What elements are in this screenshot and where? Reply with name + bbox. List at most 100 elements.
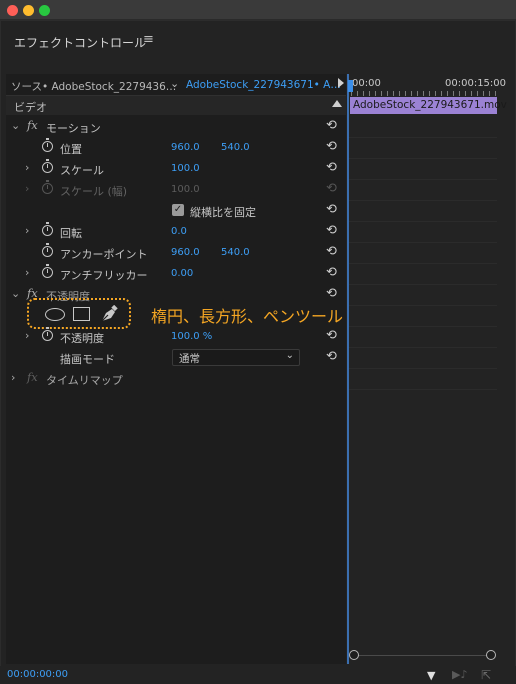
current-timecode[interactable]: 00:00:00:00 (7, 669, 68, 680)
scale-value[interactable]: 100.0 (171, 163, 200, 174)
audio-icon: ▶♪ (452, 668, 468, 681)
row-divider (349, 284, 497, 285)
effect-name-motion: モーション (46, 122, 101, 135)
position-y-value[interactable]: 540.0 (221, 142, 250, 153)
source-label[interactable]: ソース• AdobeStock_2279436… (11, 79, 176, 94)
row-divider (349, 137, 497, 138)
property-label-scale: スケール (60, 164, 104, 177)
hamburger-icon[interactable]: ≡ (143, 32, 154, 47)
stopwatch-icon[interactable] (42, 159, 53, 173)
reset-icon[interactable]: ⟲ (326, 160, 337, 175)
blend-mode-select[interactable]: 通常 ⌄ (172, 349, 300, 366)
stopwatch-icon[interactable] (42, 243, 53, 257)
property-row-scale: › スケール 100.0 ⟲ (6, 158, 346, 179)
zoom-window-button[interactable] (39, 5, 50, 16)
property-row-scale-width: › スケール (幅) 100.0 ⟲ (6, 179, 346, 200)
property-row-opacity: › 不透明度 100.0 % ⟲ (6, 326, 346, 347)
rectangle-mask-icon[interactable] (73, 307, 90, 321)
clip-selector[interactable]: AdobeStock_227943671• A… (186, 79, 341, 91)
row-divider (349, 389, 497, 390)
twirl-open-icon[interactable]: ⌄ (11, 287, 20, 300)
twirl-closed-icon[interactable]: › (11, 371, 15, 384)
play-icon[interactable] (338, 78, 344, 88)
zoom-handle-right[interactable] (486, 650, 496, 660)
effect-name-time-remap: タイムリマップ (46, 374, 123, 387)
video-section-label: ビデオ (14, 101, 47, 114)
scroll-up-icon[interactable] (332, 100, 342, 107)
row-divider (349, 263, 497, 264)
row-divider (349, 326, 497, 327)
reset-icon[interactable]: ⟲ (326, 265, 337, 280)
blend-mode-value: 通常 (179, 353, 200, 365)
twirl-open-icon[interactable]: ⌄ (11, 119, 20, 132)
close-window-button[interactable] (7, 5, 18, 16)
property-label-antiflicker: アンチフリッカー (60, 269, 148, 282)
property-label-anchor-point: アンカーポイント (60, 248, 148, 261)
annotation-label: 楕円、長方形、ペンツール (151, 307, 344, 326)
position-x-value[interactable]: 960.0 (171, 142, 200, 153)
source-selector-row: ソース• AdobeStock_2279436… ⌄ AdobeStock_22… (6, 74, 346, 96)
export-icon: ⇱ (481, 668, 492, 682)
property-label-rotation: 回転 (60, 227, 82, 240)
time-ruler[interactable]: 00:00 00:00:15:00 (349, 74, 506, 96)
reset-icon: ⟲ (326, 181, 337, 196)
reset-icon[interactable]: ⟲ (326, 349, 337, 364)
stopwatch-icon[interactable] (42, 327, 53, 341)
clip-name: AdobeStock_227943671.mov (353, 99, 507, 111)
twirl-closed-icon[interactable]: › (25, 161, 29, 174)
row-divider (349, 242, 497, 243)
stopwatch-icon (42, 180, 53, 194)
uniform-scale-checkbox[interactable]: ✓ (172, 204, 184, 216)
fx-icon[interactable]: fx (27, 118, 38, 132)
timeline-zoom-bar[interactable] (354, 655, 494, 656)
twirl-closed-icon[interactable]: › (25, 329, 29, 342)
window-titlebar (0, 0, 516, 20)
pen-mask-icon[interactable] (99, 305, 119, 323)
reset-icon[interactable]: ⟲ (326, 139, 337, 154)
zoom-handle-left[interactable] (349, 650, 359, 660)
row-divider (349, 221, 497, 222)
opacity-value[interactable]: 100.0 % (171, 331, 212, 342)
panel-divider[interactable] (347, 74, 349, 664)
twirl-closed-icon[interactable]: › (25, 224, 29, 237)
property-label-opacity: 不透明度 (60, 332, 104, 345)
playhead[interactable] (348, 80, 353, 92)
effect-row-motion[interactable]: ⌄ fx モーション ⟲ (6, 116, 346, 137)
fx-icon: fx (27, 370, 38, 384)
stopwatch-icon[interactable] (42, 264, 53, 278)
property-row-rotation: › 回転 0.0 ⟲ (6, 221, 346, 242)
property-row-uniform-scale: ✓ 縦横比を固定 ⟲ (6, 200, 346, 221)
uniform-scale-label: 縦横比を固定 (190, 206, 256, 219)
reset-icon[interactable]: ⟲ (326, 244, 337, 259)
filter-icon[interactable]: ▼ (427, 669, 435, 682)
anchor-y-value[interactable]: 540.0 (221, 247, 250, 258)
minimize-window-button[interactable] (23, 5, 34, 16)
property-label-blend-mode: 描画モード (60, 353, 115, 366)
row-divider (349, 368, 497, 369)
reset-icon[interactable]: ⟲ (326, 202, 337, 217)
row-divider (349, 305, 497, 306)
panel-title: エフェクトコントロール (14, 36, 147, 50)
mask-tools-highlight (27, 298, 131, 329)
effect-row-time-remap[interactable]: › fx タイムリマップ (6, 368, 346, 389)
reset-icon[interactable]: ⟲ (326, 223, 337, 238)
reset-icon[interactable]: ⟲ (326, 118, 337, 133)
panel-footer: 00:00:00:00 ▼ ▶♪ ⇱ (0, 666, 516, 684)
twirl-closed-icon: › (25, 182, 30, 195)
property-row-position: 位置 960.0 540.0 ⟲ (6, 137, 346, 158)
panel-header: エフェクトコントロール ≡ (0, 20, 516, 60)
reset-icon[interactable]: ⟲ (326, 286, 337, 301)
reset-icon[interactable]: ⟲ (326, 328, 337, 343)
rotation-value[interactable]: 0.0 (171, 226, 187, 237)
ruler-end-time: 00:00:15:00 (445, 78, 507, 89)
ellipse-mask-icon[interactable] (45, 308, 65, 321)
timeline-clip[interactable]: AdobeStock_227943671.mov (350, 97, 507, 114)
twirl-closed-icon[interactable]: › (25, 266, 29, 279)
stopwatch-icon[interactable] (42, 222, 53, 236)
property-row-anchor-point: アンカーポイント 960.0 540.0 ⟲ (6, 242, 346, 263)
anchor-x-value[interactable]: 960.0 (171, 247, 200, 258)
stopwatch-icon[interactable] (42, 138, 53, 152)
chevron-down-icon[interactable]: ⌄ (170, 77, 179, 90)
ruler-ticks (351, 91, 497, 96)
antiflicker-value[interactable]: 0.00 (171, 268, 193, 279)
